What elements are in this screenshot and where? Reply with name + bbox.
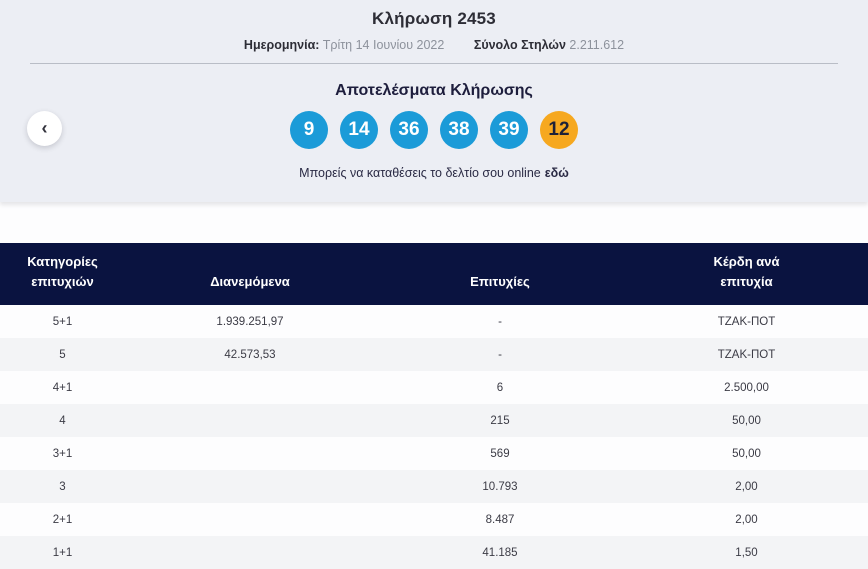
prize-cell: 2.500,00 [724,381,769,394]
distributed-cell [125,437,375,470]
table-row: 5 42.573,53 - ΤΖΑΚ-ΠΟΤ [0,338,868,371]
number-ball: 36 [390,111,428,149]
distributed-cell [125,470,375,503]
column-header-prize-per-win: Κέρδη ανά επιτυχία [625,243,868,305]
winners-cell: - [498,348,502,361]
table-row: 3+1 569 50,00 [0,437,868,470]
category-cell: 2+1 [52,513,73,526]
lottery-results-page: Κλήρωση 2453 Ημερομηνία: Τρίτη 14 Ιουνίο… [0,0,868,569]
prize-cell: 50,00 [732,447,761,460]
distributed-cell [125,536,375,569]
distributed-cell: 42.573,53 [224,348,276,361]
section-divider [30,63,838,64]
draw-meta-line: Ημερομηνία: Τρίτη 14 Ιουνίου 2022 Σύνολο… [0,38,868,52]
date-value: Τρίτη 14 Ιουνίου 2022 [322,38,445,52]
winners-cell: - [498,315,502,328]
column-header-categories: Κατηγορίες επιτυχιών [0,243,125,305]
number-ball: 39 [490,111,528,149]
distributed-cell [125,371,375,404]
table-row: 4 215 50,00 [0,404,868,437]
results-heading: Αποτελέσματα Κλήρωσης [335,82,533,99]
prize-cell: 2,00 [735,480,758,493]
number-ball: 9 [290,111,328,149]
prize-cell: 50,00 [732,414,761,427]
distributed-cell: 1.939.251,97 [216,315,284,328]
table-row: 3 10.793 2,00 [0,470,868,503]
distributed-cell [125,503,375,536]
total-columns-label: Σύνολο Στηλών [473,38,566,52]
winners-cell: 41.185 [482,546,518,559]
draw-summary-section: Κλήρωση 2453 Ημερομηνία: Τρίτη 14 Ιουνίο… [0,0,868,202]
category-cell: 3+1 [52,447,73,460]
table-row: 1+1 41.185 1,50 [0,536,868,569]
date-label: Ημερομηνία: [243,38,320,52]
distributed-cell [125,404,375,437]
category-cell: 5+1 [52,315,73,328]
prize-cell: ΤΖΑΚ-ΠΟΤ [717,348,776,361]
category-cell: 1+1 [52,546,73,559]
online-submit-link[interactable]: εδώ [545,166,569,180]
table-row: 4+1 6 2.500,00 [0,371,868,404]
previous-draw-button[interactable]: ‹ [27,111,62,146]
online-note-text: Μπορείς να καταθέσεις το δελτίο σου onli… [299,166,541,180]
prize-cell: 1,50 [735,546,758,559]
column-header-distributed: Διανεμόμενα [125,243,375,305]
column-header-winners: Επιτυχίες [375,243,625,305]
winners-cell: 569 [490,447,510,460]
winners-cell: 8.487 [485,513,515,526]
number-ball: 14 [340,111,378,149]
table-row: 5+1 1.939.251,97 - ΤΖΑΚ-ΠΟΤ [0,305,868,338]
draw-title: Κλήρωση 2453 [372,9,496,28]
category-cell: 5 [59,348,66,361]
prize-categories-table: Κατηγορίες επιτυχιών Διανεμόμενα Επιτυχί… [0,243,868,569]
table-row: 2+1 8.487 2,00 [0,503,868,536]
category-cell: 3 [59,480,66,493]
total-columns-value: 2.211.612 [569,38,625,52]
table-header-row: Κατηγορίες επιτυχιών Διανεμόμενα Επιτυχί… [0,243,868,305]
section-gap [0,202,868,243]
chevron-left-icon: ‹ [41,117,48,138]
winners-cell: 6 [496,381,504,394]
draw-date: Ημερομηνία: Τρίτη 14 Ιουνίου 2022 [244,38,444,52]
number-ball: 38 [440,111,478,149]
prize-cell: ΤΖΑΚ-ΠΟΤ [717,315,776,328]
winners-cell: 215 [490,414,510,427]
joker-number-ball: 12 [540,111,578,149]
category-cell: 4+1 [52,381,73,394]
total-columns: Σύνολο Στηλών 2.211.612 [474,38,624,52]
category-cell: 4 [59,414,66,427]
online-submit-note: Μπορείς να καταθέσεις το δελτίο σου onli… [0,166,868,180]
prize-cell: 2,00 [735,513,758,526]
winners-cell: 10.793 [482,480,518,493]
drawn-numbers-row: 9 14 36 38 39 12 [0,111,868,149]
